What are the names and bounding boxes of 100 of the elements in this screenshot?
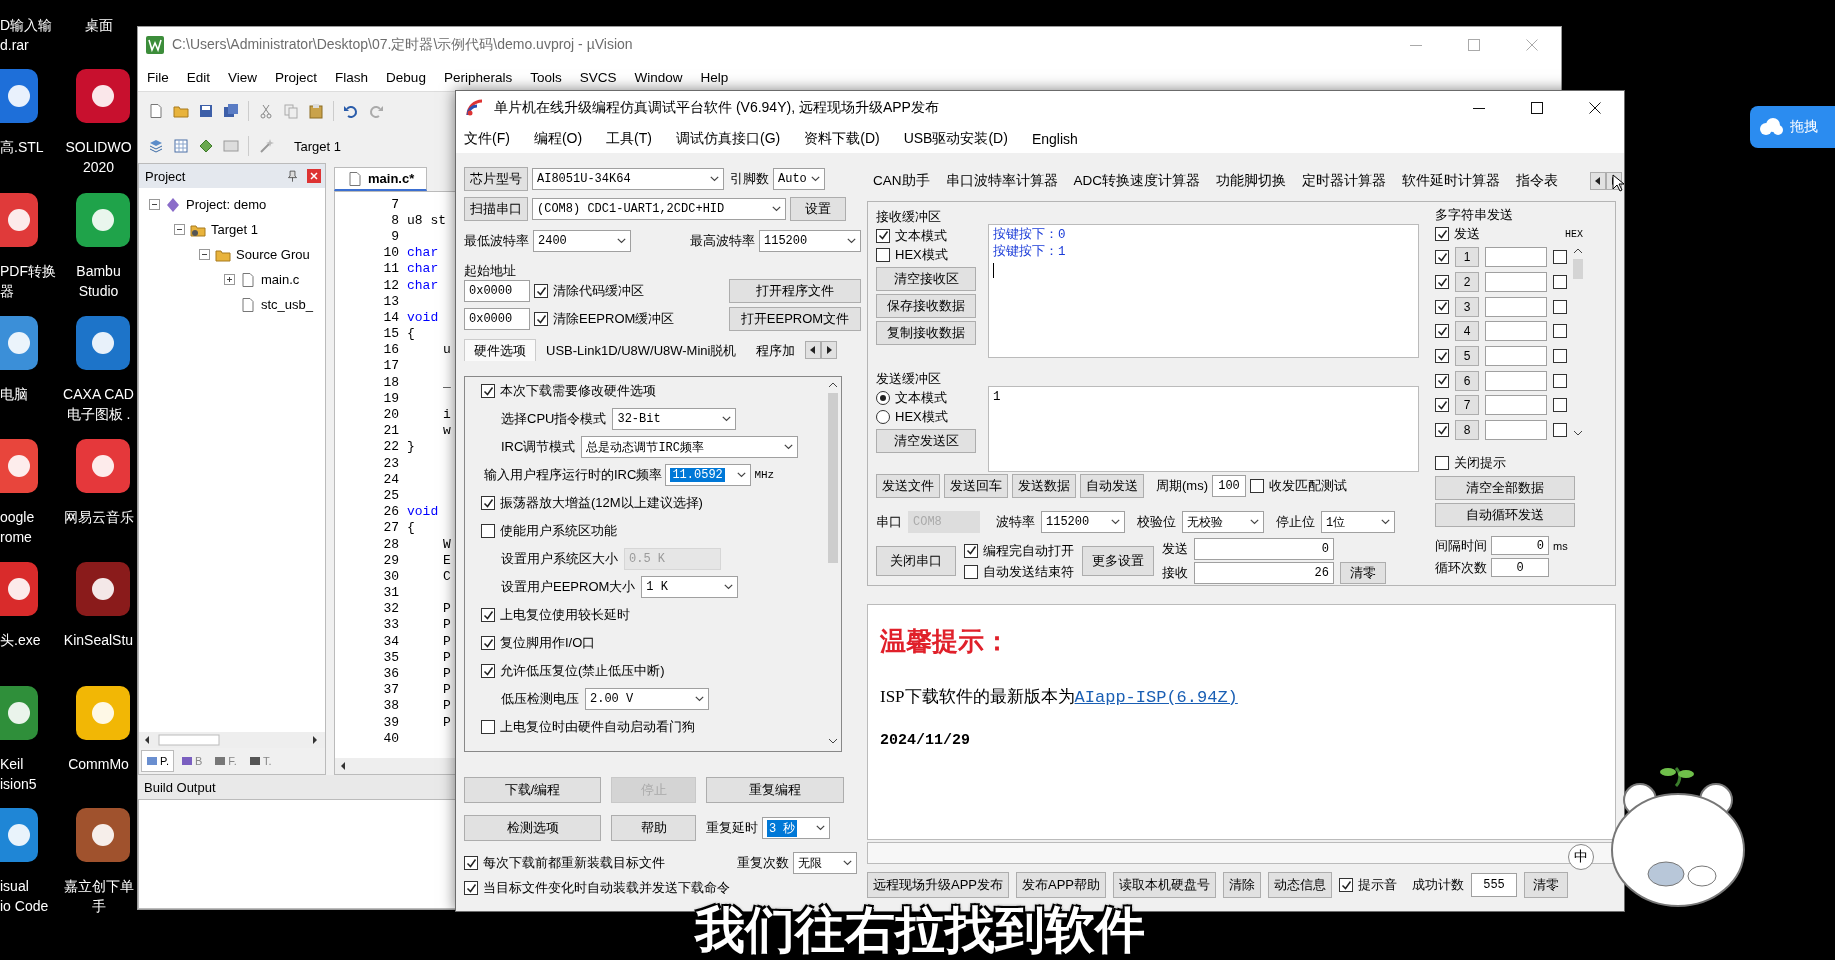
checkbox-label[interactable]: 上电复位使用较长延时 <box>500 606 630 624</box>
settings-button[interactable]: 设置 <box>790 197 846 221</box>
send-button[interactable]: 发送数据 <box>1012 474 1076 498</box>
checkbox[interactable] <box>1553 324 1567 339</box>
address-field[interactable]: 0x0000 <box>464 308 530 330</box>
menu-item[interactable]: 调试仿真接口(G) <box>676 130 781 148</box>
option-select[interactable]: 32-Bit <box>612 408 737 430</box>
icon-label[interactable]: 2020 <box>60 157 137 177</box>
checkbox-label[interactable]: 关闭提示 <box>1454 453 1506 472</box>
tab[interactable]: 功能脚切换 <box>1216 172 1287 190</box>
string-field[interactable] <box>1485 296 1547 317</box>
save-all-icon[interactable] <box>223 102 239 119</box>
tab[interactable]: 串口波特率计算器 <box>945 172 1058 190</box>
icon-label[interactable]: 电脑 <box>0 384 58 404</box>
icon-label[interactable]: Studio <box>60 281 137 301</box>
checkbox-label[interactable]: 使能用户系统区功能 <box>500 522 617 540</box>
receive-button[interactable]: 保存接收数据 <box>876 294 976 318</box>
tab[interactable]: 硬件选项 <box>464 339 536 361</box>
checkbox[interactable] <box>1435 373 1449 388</box>
send-button[interactable]: 发送文件 <box>876 474 940 498</box>
icon-label[interactable]: Bambu <box>60 261 137 281</box>
chip-model-button[interactable]: 芯片型号 <box>464 167 528 191</box>
app-icon[interactable] <box>76 316 130 370</box>
icon-label[interactable]: 高.STL <box>0 137 58 157</box>
checkbox[interactable] <box>481 664 495 678</box>
checkbox[interactable] <box>1435 250 1449 265</box>
port-select[interactable]: (COM8) CDC1-UART1,2CDC+HID <box>532 198 786 220</box>
menu-item[interactable]: 工具(T) <box>606 130 652 148</box>
checkbox-label[interactable]: HEX模式 <box>895 245 948 264</box>
scrollbar[interactable] <box>335 758 455 774</box>
checkbox[interactable] <box>464 881 478 895</box>
string-number-button[interactable]: 7 <box>1455 395 1479 416</box>
tab[interactable]: 软件延时计算器 <box>1402 172 1501 190</box>
scroll-right-button[interactable] <box>821 341 838 359</box>
option-select[interactable]: 总是动态调节IRC频率 <box>581 436 799 458</box>
string-number-button[interactable]: 1 <box>1455 247 1479 268</box>
menu-item[interactable]: Help <box>691 69 738 85</box>
app-icon[interactable] <box>76 193 130 247</box>
checkbox-label[interactable]: 文本模式 <box>895 226 947 245</box>
icon-label[interactable]: oogle <box>0 507 58 527</box>
checkbox[interactable] <box>1339 878 1354 892</box>
target-select[interactable]: Target 1 <box>283 135 352 157</box>
menu-item[interactable]: Debug <box>377 69 435 85</box>
icon-label[interactable]: CAXA CAD <box>60 384 137 404</box>
tree-item[interactable]: Source Grou <box>236 247 310 262</box>
diamond-icon[interactable] <box>198 138 214 154</box>
scroll-left-button[interactable] <box>805 341 822 359</box>
app-icon[interactable] <box>0 439 38 493</box>
checkbox[interactable] <box>1553 423 1567 438</box>
string-field[interactable] <box>1485 420 1547 441</box>
repeat-delay-select[interactable]: 3 秒 <box>762 817 830 839</box>
checkbox-label[interactable]: 每次下载前都重新装载目标文件 <box>483 854 665 872</box>
expand-icon[interactable] <box>224 274 235 285</box>
icon-label[interactable]: SOLIDWO <box>60 137 137 157</box>
icon-label[interactable]: d.rar <box>0 35 58 55</box>
checkbox[interactable] <box>964 564 978 579</box>
pin-icon[interactable] <box>286 168 299 184</box>
scroll-left-button[interactable] <box>1590 172 1607 190</box>
checkbox[interactable] <box>534 312 548 326</box>
checkbox[interactable] <box>481 524 495 538</box>
tab[interactable]: USB-Link1D/U8W/U8W-Mini脱机 <box>536 339 747 361</box>
icon-label[interactable]: KinSealStu <box>60 630 137 650</box>
string-field[interactable] <box>1485 346 1547 367</box>
checkbox-label[interactable]: 复位脚用作I/O口 <box>500 634 596 652</box>
option-select[interactable]: 2.00 V <box>585 688 709 710</box>
update-link[interactable]: AIapp-ISP(6.94Z) <box>1074 688 1238 707</box>
checkbox-label[interactable]: 当目标文件变化时自动装载并发送下载命令 <box>483 879 730 897</box>
pin-count-select[interactable]: Auto <box>773 168 825 190</box>
close-port-button[interactable]: 关闭串口 <box>876 546 956 576</box>
checkbox[interactable] <box>1435 299 1449 314</box>
icon-label[interactable]: 头.exe <box>0 630 58 650</box>
chip-select[interactable]: AI8051U-34K64 <box>532 168 724 190</box>
radio-label[interactable]: 文本模式 <box>895 388 947 407</box>
new-file-icon[interactable] <box>148 102 164 119</box>
interval-field[interactable]: 0 <box>1491 536 1549 555</box>
checkbox[interactable] <box>481 720 495 734</box>
app-icon[interactable] <box>0 193 38 247</box>
checkbox[interactable] <box>1553 398 1567 413</box>
clear-send-button[interactable]: 清空发送区 <box>876 429 976 453</box>
tab[interactable]: 定时器计算器 <box>1302 172 1387 190</box>
option-select[interactable]: 1 K <box>641 576 739 598</box>
menu-item[interactable]: English <box>1031 131 1078 147</box>
icon-label[interactable]: 器 <box>0 281 58 301</box>
checkbox-label[interactable]: 清除代码缓冲区 <box>553 282 644 300</box>
stack-icon[interactable] <box>148 138 164 154</box>
action-button[interactable]: 重复编程 <box>706 777 844 803</box>
menu-item[interactable]: Peripherals <box>434 69 522 85</box>
file-icon[interactable] <box>240 271 256 288</box>
icon-label[interactable]: rome <box>0 527 58 547</box>
baud-select[interactable]: 2400 <box>533 230 631 252</box>
icon-label[interactable]: 网易云音乐 <box>60 507 137 527</box>
app-icon[interactable] <box>76 439 130 493</box>
app-icon[interactable] <box>0 69 38 123</box>
string-number-button[interactable]: 6 <box>1455 370 1479 391</box>
checkbox[interactable] <box>1435 423 1449 438</box>
icon-label[interactable]: 嘉立创下单 <box>60 876 137 896</box>
checkbox[interactable] <box>1553 250 1567 265</box>
bottom-button[interactable]: 远程现场升级APP发布 <box>867 872 1009 898</box>
baud-select[interactable]: 115200 <box>1041 511 1125 533</box>
checkbox[interactable] <box>1435 324 1449 339</box>
